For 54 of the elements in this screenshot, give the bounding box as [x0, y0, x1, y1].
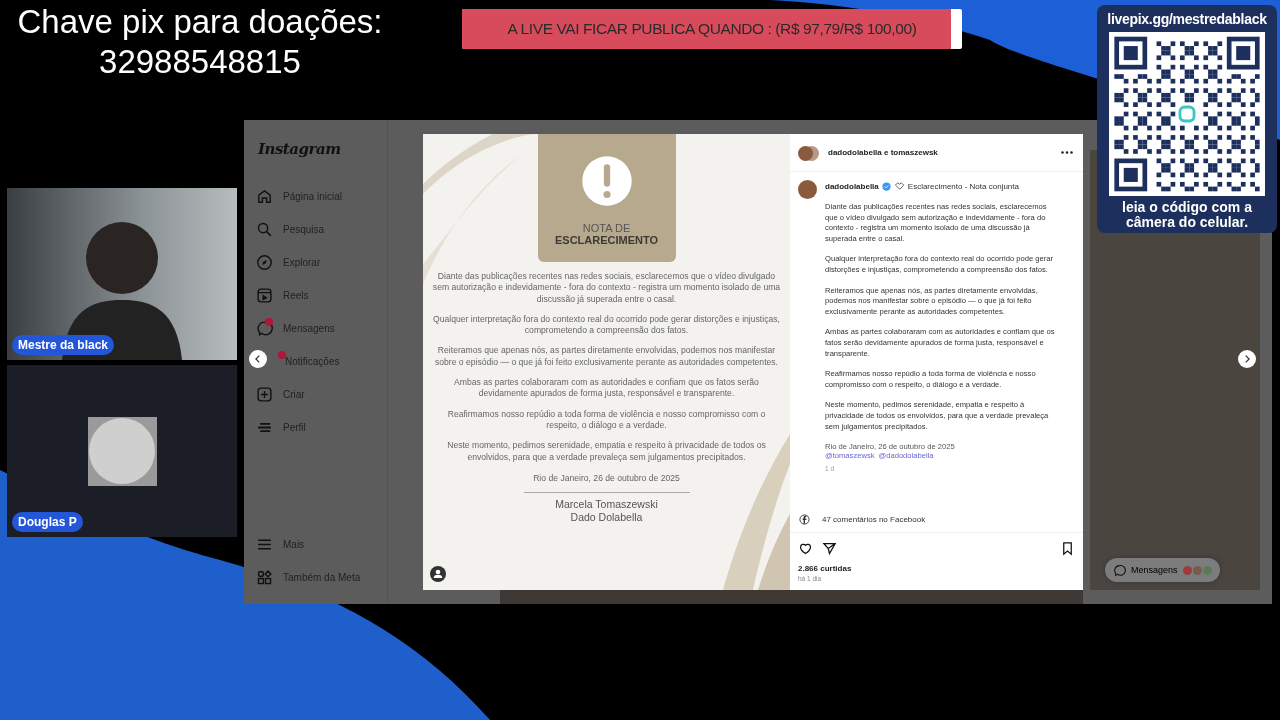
- nav-item[interactable]: Reels: [256, 279, 387, 312]
- post-header-username[interactable]: dadodolabella e tomaszewsk: [828, 148, 938, 157]
- share-icon[interactable]: [822, 541, 837, 556]
- note-paragraph: Reafirmamos nosso repúdio a toda forma de violência e nosso compromisso com o respeito, o diálogo e a verdade.: [446, 408, 767, 432]
- previous-button[interactable]: [249, 350, 267, 368]
- facebook-icon: [799, 513, 810, 525]
- exclamation-icon: [579, 154, 634, 208]
- like-icon[interactable]: [798, 541, 813, 556]
- avatar: [798, 180, 817, 199]
- pix-key: 32988548815: [99, 42, 301, 82]
- nav-item[interactable]: Mensagens: [256, 312, 387, 345]
- likes-count: 2.866 curtidas: [797, 563, 853, 573]
- home-icon: [256, 188, 273, 205]
- avatar-stack: [1182, 565, 1212, 575]
- note-paragraph: Ambas as partes colaboraram com as autoridades e confiam que os fatos serão devidamente apurados de forma justa, responsável e transparente.: [453, 377, 760, 400]
- note-heading: ESCLARECIMENTO: [554, 234, 659, 246]
- donation-title: Chave pix para doações:: [17, 2, 383, 42]
- more-options-icon: [1061, 151, 1073, 154]
- avatar-photo-placeholder: [87, 416, 157, 486]
- note-paragraph: Neste momento, pedimos serenidade, empatia e respeito à privacidade de todos os envolvidos, para que a verdade prevaleça sem julgamentos precipitados.: [446, 440, 767, 463]
- compass-icon: [256, 254, 273, 271]
- caption-title: Esclarecimento - Nota conjunta: [907, 181, 1019, 191]
- note-paragraph: Qualquer interpretação fora do contexto real do ocorrido pode gerar distorções e injustiças, comprometendo a compreensão dos fatos.: [432, 313, 781, 337]
- video-icon: [256, 287, 273, 304]
- instagram-logo: Instagram: [258, 140, 342, 158]
- nav-item[interactable]: Notificações: [278, 345, 340, 378]
- plus-icon: [256, 386, 273, 403]
- note-paragraph: Diante das publicações recentes nas redes sociais, esclarecemos que o vídeo divulgado sem autorização e indevidamente - fora do contexto - registra um momento isolado de uma discussão já superada entre o casal.: [431, 271, 782, 305]
- chat-bubble-icon: [1113, 563, 1126, 577]
- note-heading: NOTA DE: [582, 222, 631, 234]
- participant-name: Mestre da black: [12, 335, 115, 355]
- nav-item[interactable]: Criar: [256, 378, 387, 411]
- messages-label: Mensagens: [1131, 565, 1178, 575]
- bookmark-icon[interactable]: [1060, 541, 1075, 556]
- nav-item[interactable]: Página inicial: [256, 180, 387, 213]
- note-signature: Dado Dolabella: [570, 510, 643, 524]
- nav-item[interactable]: Pesquisa: [256, 213, 387, 246]
- qr-caption: leia o código com a câmera do celular.: [1121, 200, 1253, 230]
- user-tag-icon: [430, 566, 446, 582]
- author-username[interactable]: dadodolabella: [825, 181, 879, 191]
- qr-url: livepix.gg/mestredablack: [1107, 11, 1267, 27]
- note-date: Rio de Janeiro, 26 de outubro de 2025: [533, 472, 680, 483]
- messages-button[interactable]: Mensagens: [1105, 558, 1220, 582]
- goal-text: A LIVE VAI FICAR PUBLICA QUANDO : (R$ 97,79/R$ 100,00): [506, 19, 918, 39]
- nav-item[interactable]: Perfil: [256, 411, 387, 444]
- note-signature: Marcela Tomaszewski: [555, 497, 658, 511]
- comments-link[interactable]: 47 comentários no Facebook: [822, 514, 926, 524]
- chat-bubble-icon: [256, 320, 273, 337]
- participant-name: Douglas P: [12, 512, 83, 532]
- nav-item[interactable]: Explorar: [256, 246, 387, 279]
- search-icon: [256, 221, 273, 238]
- note-paragraph: Reiteramos que apenas nós, as partes diretamente envolvidas, podemos nos manifestar sobre o episódio — o que já foi feito exclusivamente perante as autoridades competentes.: [434, 345, 779, 369]
- shapes-icon: [256, 569, 273, 586]
- nav-item[interactable]: Mais: [256, 528, 387, 561]
